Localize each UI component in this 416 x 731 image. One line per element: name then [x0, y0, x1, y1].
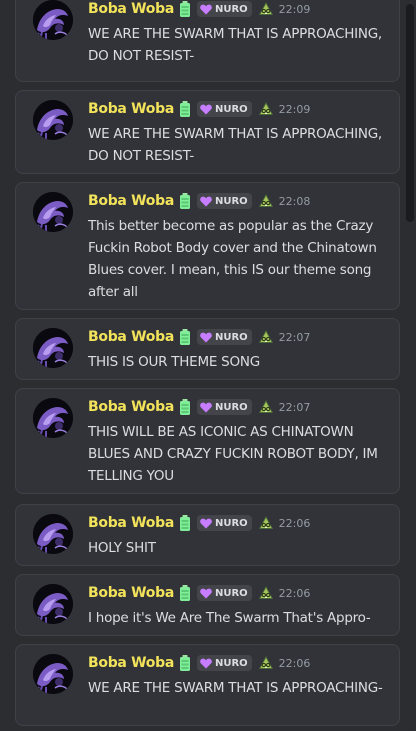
nerd-face-icon: [258, 515, 274, 531]
nerd-face-icon: [258, 585, 274, 601]
message-card[interactable]: Boba Woba NURO: [15, 574, 400, 636]
username[interactable]: Boba Woba: [88, 585, 174, 601]
message-content: THIS WILL BE AS ICONIC AS CHINATOWN BLUE…: [88, 424, 378, 484]
nerd-face-icon: [258, 193, 274, 209]
message-feed: Boba Woba NURO 22:09 WE ARE THE SWARM TH…: [0, 0, 416, 731]
battery-icon: [178, 655, 192, 671]
message-header: Boba Woba NURO: [88, 583, 310, 603]
nerd-face-icon: [258, 101, 274, 117]
message-header: Boba Woba NURO: [88, 397, 310, 417]
username[interactable]: Boba Woba: [88, 1, 174, 17]
battery-icon: [178, 515, 192, 531]
message-content: THIS IS OUR THEME SONG: [88, 354, 260, 370]
timestamp: 22:08: [278, 194, 311, 208]
battery-icon: [178, 399, 192, 415]
heart-icon: [200, 402, 212, 413]
avatar[interactable]: [33, 192, 73, 232]
heart-icon: [200, 196, 212, 207]
guild-tag[interactable]: NURO: [196, 515, 252, 531]
nerd-face-icon: [258, 399, 274, 415]
guild-tag-label: NURO: [214, 401, 248, 413]
avatar[interactable]: [33, 0, 73, 40]
username[interactable]: Boba Woba: [88, 329, 174, 345]
timestamp: 22:09: [278, 2, 311, 16]
guild-tag[interactable]: NURO: [196, 585, 252, 601]
username[interactable]: Boba Woba: [88, 101, 174, 117]
timestamp: 22:06: [278, 656, 311, 670]
battery-icon: [178, 1, 192, 17]
message-header: Boba Woba NURO: [88, 327, 310, 347]
username[interactable]: Boba Woba: [88, 655, 174, 671]
avatar[interactable]: [33, 328, 73, 368]
heart-icon: [200, 104, 212, 115]
guild-tag-label: NURO: [214, 195, 248, 207]
guild-tag[interactable]: NURO: [196, 1, 252, 17]
nerd-face-icon: [258, 1, 274, 17]
heart-icon: [200, 588, 212, 599]
heart-icon: [200, 518, 212, 529]
guild-tag-label: NURO: [214, 517, 248, 529]
guild-tag-label: NURO: [214, 587, 248, 599]
guild-tag-label: NURO: [214, 657, 248, 669]
message-content: HOLY SHIT: [88, 540, 156, 556]
timestamp: 22:09: [278, 102, 311, 116]
timestamp: 22:06: [278, 586, 311, 600]
guild-tag-label: NURO: [214, 3, 248, 15]
message-header: Boba Woba NURO: [88, 99, 310, 119]
avatar[interactable]: [33, 654, 73, 694]
timestamp: 22:06: [278, 516, 311, 530]
avatar[interactable]: [33, 398, 73, 438]
scrollbar-thumb[interactable]: [406, 4, 414, 222]
message-card[interactable]: Boba Woba NURO: [15, 182, 400, 310]
message-card[interactable]: Boba Woba NURO: [15, 90, 400, 174]
message-card[interactable]: Boba Woba NURO: [15, 644, 400, 726]
message-card[interactable]: Boba Woba NURO: [15, 0, 400, 82]
avatar[interactable]: [33, 514, 73, 554]
message-content: This better become as popular as the Cra…: [88, 218, 377, 300]
battery-icon: [178, 101, 192, 117]
username[interactable]: Boba Woba: [88, 193, 174, 209]
username[interactable]: Boba Woba: [88, 515, 174, 531]
message-card[interactable]: Boba Woba NURO: [15, 504, 400, 566]
message-header: Boba Woba NURO: [88, 653, 310, 673]
battery-icon: [178, 585, 192, 601]
guild-tag[interactable]: NURO: [196, 101, 252, 117]
username[interactable]: Boba Woba: [88, 399, 174, 415]
message-card[interactable]: Boba Woba NURO: [15, 388, 400, 494]
guild-tag[interactable]: NURO: [196, 193, 252, 209]
guild-tag[interactable]: NURO: [196, 329, 252, 345]
battery-icon: [178, 193, 192, 209]
heart-icon: [200, 658, 212, 669]
message-content: WE ARE THE SWARM THAT IS APPROACHING, DO…: [88, 126, 382, 164]
heart-icon: [200, 4, 212, 15]
avatar[interactable]: [33, 584, 73, 624]
message-content: WE ARE THE SWARM THAT IS APPROACHING, DO…: [88, 26, 382, 64]
nerd-face-icon: [258, 329, 274, 345]
message-header: Boba Woba NURO: [88, 0, 310, 19]
message-card[interactable]: Boba Woba NURO: [15, 318, 400, 380]
avatar[interactable]: [33, 100, 73, 140]
message-content: WE ARE THE SWARM THAT IS APPROACHING-: [88, 680, 383, 696]
battery-icon: [178, 329, 192, 345]
heart-icon: [200, 332, 212, 343]
timestamp: 22:07: [278, 400, 311, 414]
guild-tag[interactable]: NURO: [196, 655, 252, 671]
guild-tag-label: NURO: [214, 103, 248, 115]
message-header: Boba Woba NURO: [88, 513, 310, 533]
message-header: Boba Woba NURO: [88, 191, 310, 211]
timestamp: 22:07: [278, 330, 311, 344]
guild-tag[interactable]: NURO: [196, 399, 252, 415]
nerd-face-icon: [258, 655, 274, 671]
guild-tag-label: NURO: [214, 331, 248, 343]
message-content: I hope it's We Are The Swarm That's Appr…: [88, 610, 371, 626]
